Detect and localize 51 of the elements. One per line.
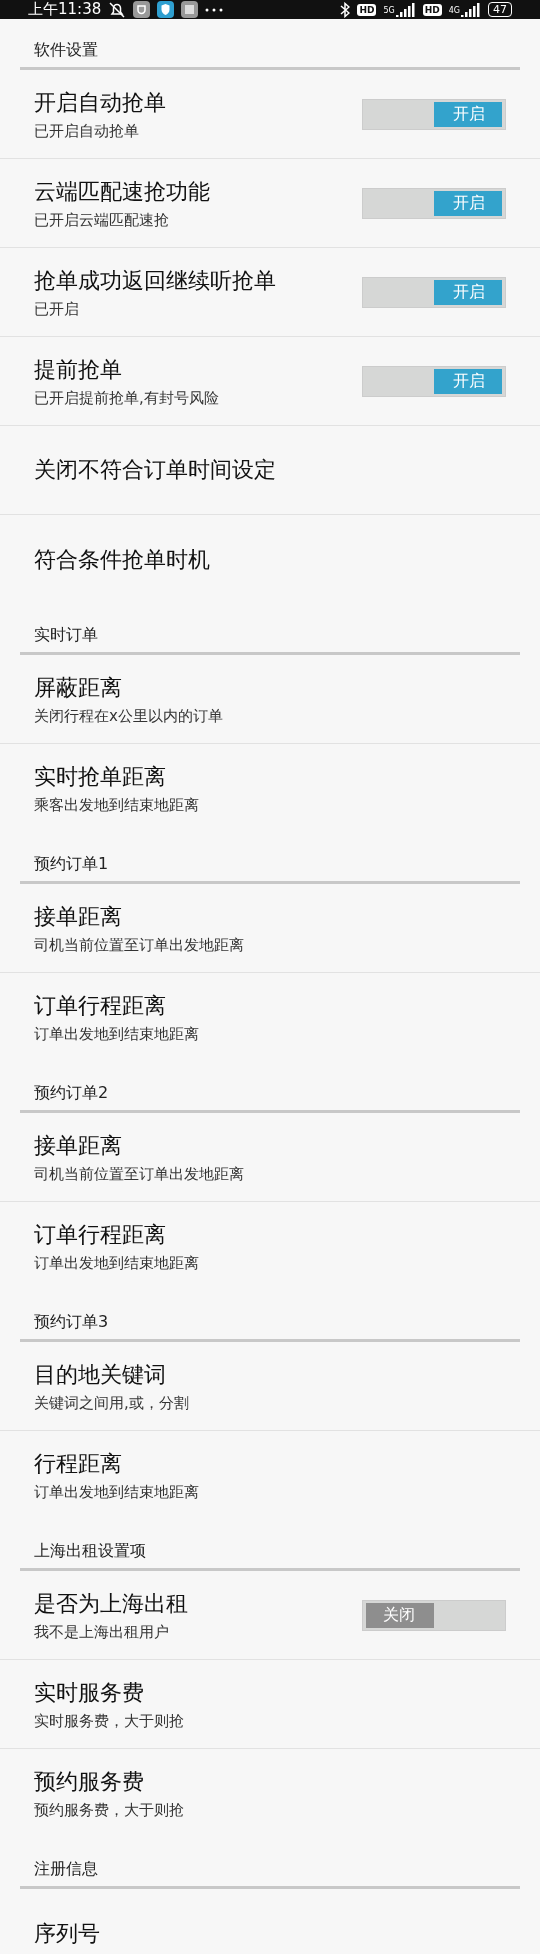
setting-summary: 订单出发地到结束地距离 <box>34 1483 199 1502</box>
section-header: 预约订单2 <box>34 1083 109 1104</box>
setting-title[interactable]: 实时抢单距离 <box>34 762 199 792</box>
setting-title[interactable]: 接单距离 <box>34 1130 244 1161</box>
setting-title[interactable]: 云端匹配速抢功能 <box>34 176 210 207</box>
setting-summary: 已开启自动抢单 <box>34 121 140 141</box>
setting-summary: 订单出发地到结束地距离 <box>34 1025 199 1044</box>
hd-badge: HD <box>357 3 377 16</box>
section-header: 软件设置 <box>34 40 98 61</box>
setting-title[interactable]: 接单距离 <box>34 901 244 932</box>
setting-summary: 关键词之间用,或，分割 <box>34 1393 189 1413</box>
section-header: 预约订单1 <box>34 854 109 875</box>
setting-summary: 司机当前位置至订单出发地距离 <box>34 935 244 955</box>
setting-title[interactable]: 预约服务费 <box>34 1767 184 1797</box>
section-header: 上海出租设置项 <box>34 1541 146 1562</box>
hd-badge: HD <box>422 3 442 16</box>
network-type: 5G <box>383 5 395 15</box>
battery-level: 47 <box>488 2 512 17</box>
setting-title[interactable]: 实时服务费 <box>34 1677 184 1708</box>
setting-title[interactable]: 符合条件抢单时机 <box>34 544 210 575</box>
section-header: 预约订单3 <box>34 1312 109 1333</box>
section-header: 注册信息 <box>34 1859 98 1880</box>
setting-title[interactable]: 屏蔽距离 <box>34 672 223 703</box>
image-app-icon <box>181 1 199 18</box>
setting-summary: 司机当前位置至订单出发地距离 <box>34 1164 244 1184</box>
setting-title[interactable]: 提前抢单 <box>34 354 219 385</box>
setting-summary: 预约服务费，大于则抢 <box>34 1801 184 1820</box>
bell-muted-icon <box>108 0 127 19</box>
setting-title[interactable]: 订单行程距离 <box>34 1220 199 1250</box>
setting-summary: 乘客出发地到结束地距离 <box>34 796 199 815</box>
setting-summary: 订单出发地到结束地距离 <box>34 1254 199 1273</box>
setting-summary: 关闭行程在x公里以内的订单 <box>34 706 223 726</box>
setting-title[interactable]: 行程距离 <box>34 1449 199 1479</box>
setting-summary: 已开启 <box>34 299 80 319</box>
signal-icon <box>459 2 481 17</box>
setting-summary: 已开启云端匹配速抢 <box>34 210 170 230</box>
setting-title[interactable]: 目的地关键词 <box>34 1359 189 1390</box>
setting-summary: 我不是上海出租用户 <box>34 1622 170 1642</box>
setting-title[interactable]: 订单行程距离 <box>34 991 199 1021</box>
clock-time: 上午11:38 <box>28 0 102 19</box>
more-icon <box>205 7 224 12</box>
setting-summary: 已开启提前抢单,有封号风险 <box>34 388 219 408</box>
network-type: 4G <box>448 5 460 15</box>
setting-title[interactable]: 序列号 <box>34 1918 100 1949</box>
setting-title[interactable]: 关闭不符合订单时间设定 <box>34 455 276 485</box>
setting-title[interactable]: 开启自动抢单 <box>34 87 166 118</box>
setting-title[interactable]: 抢单成功返回继续听抢单 <box>34 265 276 296</box>
setting-title[interactable]: 是否为上海出租 <box>34 1588 188 1619</box>
section-header: 实时订单 <box>34 625 98 646</box>
signal-icon <box>393 2 416 17</box>
setting-summary: 实时服务费，大于则抢 <box>34 1711 184 1731</box>
